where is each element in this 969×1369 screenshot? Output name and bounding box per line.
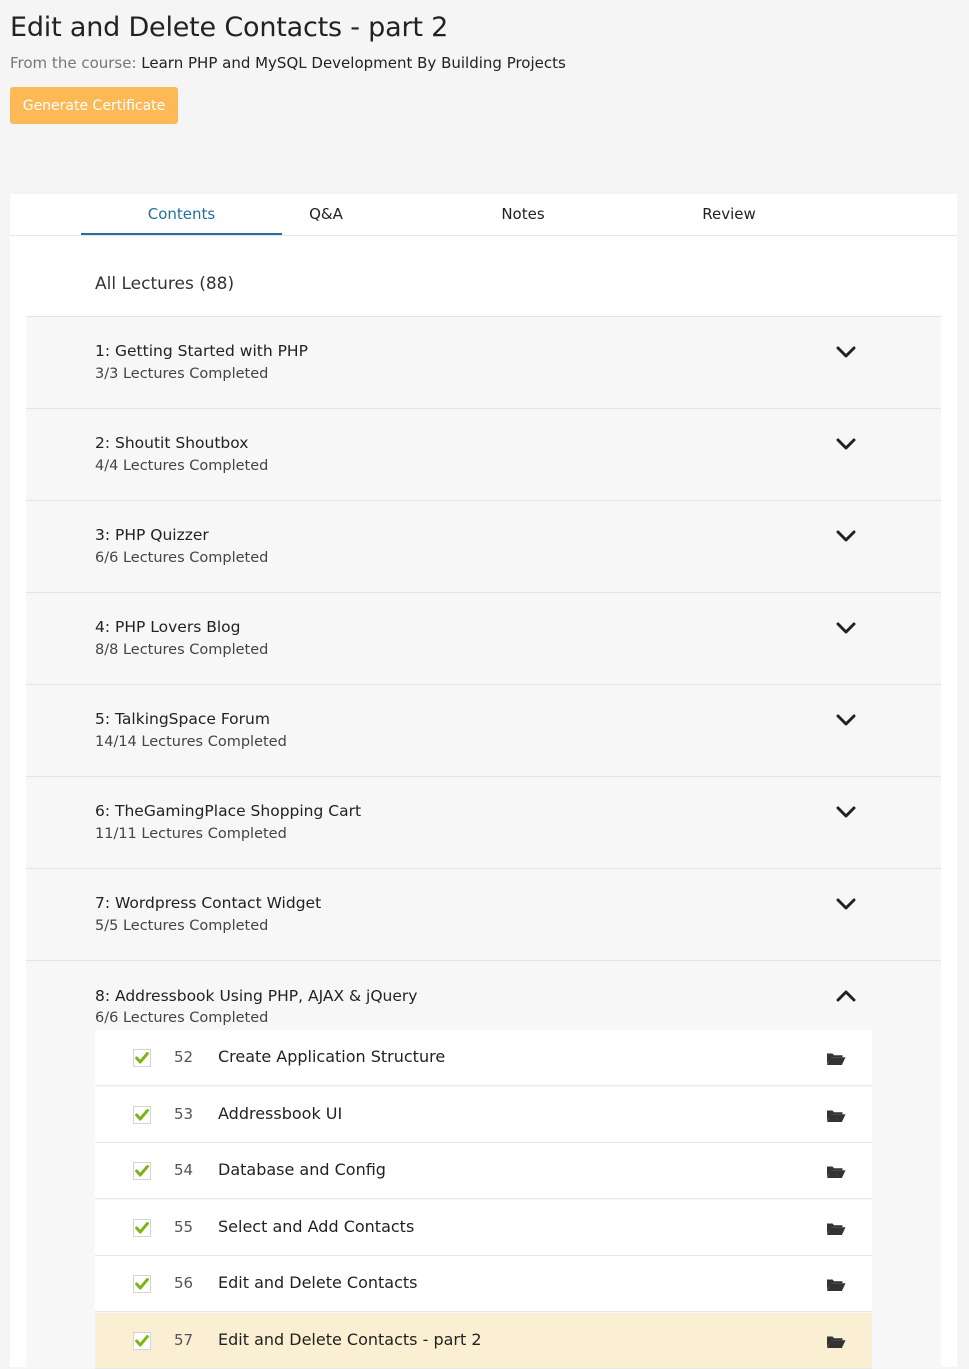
lecture-row[interactable]: 53 Addressbook UI <box>95 1086 872 1143</box>
folder-icon[interactable] <box>826 1221 846 1236</box>
generate-certificate-button[interactable]: Generate Certificate <box>10 87 178 124</box>
section-progress: 14/14 Lectures Completed <box>95 734 287 750</box>
chevron-down-icon[interactable] <box>836 345 856 359</box>
tab-review[interactable]: Review <box>629 194 829 233</box>
chevron-down-icon[interactable] <box>836 437 856 451</box>
lecture-title[interactable]: Addressbook UI <box>218 1104 342 1123</box>
course-info: From the course: Learn PHP and MySQL Dev… <box>10 54 566 72</box>
section-progress: 5/5 Lectures Completed <box>95 918 269 934</box>
section-5[interactable]: 5: TalkingSpace Forum 14/14 Lectures Comp… <box>26 684 941 777</box>
folder-icon[interactable] <box>826 1164 846 1179</box>
checkmark-icon <box>135 1221 149 1234</box>
tab-qa[interactable]: Q&A <box>226 194 426 233</box>
lecture-number: 52 <box>174 1048 194 1066</box>
lecture-number: 53 <box>174 1104 194 1123</box>
section-title: 6: TheGamingPlace Shopping Cart <box>95 802 362 820</box>
section-8[interactable]: 8: Addressbook Using PHP, AJAX & jQuery 6… <box>26 960 941 1369</box>
lecture-row[interactable]: 52 Create Application Structure <box>95 1030 872 1086</box>
section-progress: 8/8 Lectures Completed <box>95 642 269 658</box>
checkmark-icon <box>135 1165 149 1177</box>
section-7[interactable]: 7: Wordpress Contact Widget 5/5 Lectures … <box>26 868 941 961</box>
lecture-row[interactable]: 55 Select and Add Contacts <box>95 1199 872 1256</box>
lecture-number: 55 <box>174 1217 194 1236</box>
section-progress: 11/11 Lectures Completed <box>95 826 287 842</box>
completed-checkbox[interactable] <box>133 1275 151 1294</box>
page-title: Edit and Delete Contacts - part 2 <box>10 12 449 43</box>
section-title: 5: TalkingSpace Forum <box>95 710 270 728</box>
checkmark-icon <box>135 1052 149 1064</box>
from-course-label: From the course: <box>10 54 137 72</box>
completed-checkbox[interactable] <box>133 1332 151 1350</box>
section-2[interactable]: 2: Shoutit Shoutbox 4/4 Lectures Complete… <box>26 408 941 501</box>
section-title: 7: Wordpress Contact Widget <box>95 894 322 912</box>
section-progress: 6/6 Lectures Completed <box>95 550 269 566</box>
all-lectures-heading: All Lectures (88) <box>95 274 235 294</box>
folder-icon[interactable] <box>826 1051 846 1066</box>
chevron-down-icon[interactable] <box>836 621 856 635</box>
section-title: 4: PHP Lovers Blog <box>95 618 241 636</box>
tab-bar: Contents Q&A Notes Review <box>10 194 957 236</box>
section-4[interactable]: 4: PHP Lovers Blog 8/8 Lectures Completed <box>26 592 941 685</box>
folder-icon[interactable] <box>826 1277 846 1292</box>
lecture-title[interactable]: Database and Config <box>218 1160 386 1179</box>
section-progress: 6/6 Lectures Completed <box>95 1010 269 1026</box>
chevron-up-icon[interactable] <box>836 989 856 1003</box>
section-title: 3: PHP Quizzer <box>95 526 209 544</box>
checkmark-icon <box>135 1335 149 1347</box>
course-name[interactable]: Learn PHP and MySQL Development By Build… <box>141 54 566 72</box>
folder-icon[interactable] <box>826 1334 846 1349</box>
checkmark-icon <box>135 1108 149 1121</box>
section-title: 1: Getting Started with PHP <box>95 342 308 360</box>
section-title: 2: Shoutit Shoutbox <box>95 434 249 452</box>
lecture-title[interactable]: Edit and Delete Contacts - part 2 <box>218 1330 482 1349</box>
lecture-row[interactable]: 56 Edit and Delete Contacts <box>95 1256 872 1313</box>
lecture-title[interactable]: Create Application Structure <box>218 1047 445 1066</box>
completed-checkbox[interactable] <box>133 1105 151 1124</box>
lecture-number: 54 <box>174 1161 194 1180</box>
section-6[interactable]: 6: TheGamingPlace Shopping Cart 11/11 Lec… <box>26 776 941 869</box>
tab-notes[interactable]: Notes <box>423 194 623 233</box>
chevron-down-icon[interactable] <box>836 713 856 727</box>
section-title: 8: Addressbook Using PHP, AJAX & jQuery <box>95 987 418 1005</box>
lecture-row[interactable]: 57 Edit and Delete Contacts - part 2 <box>95 1313 872 1369</box>
lecture-number: 56 <box>174 1274 194 1293</box>
lecture-number: 57 <box>174 1331 194 1349</box>
checkmark-icon <box>135 1278 149 1290</box>
lecture-title[interactable]: Edit and Delete Contacts <box>218 1273 418 1292</box>
folder-icon[interactable] <box>826 1108 846 1123</box>
lecture-title[interactable]: Select and Add Contacts <box>218 1217 414 1236</box>
completed-checkbox[interactable] <box>133 1049 151 1067</box>
section-3[interactable]: 3: PHP Quizzer 6/6 Lectures Completed <box>26 500 941 593</box>
lecture-row[interactable]: 54 Database and Config <box>95 1143 872 1200</box>
section-progress: 4/4 Lectures Completed <box>95 458 269 474</box>
section-1[interactable]: 1: Getting Started with PHP 3/3 Lectures … <box>26 316 941 409</box>
chevron-down-icon[interactable] <box>836 805 856 819</box>
chevron-down-icon[interactable] <box>836 529 856 543</box>
course-contents-panel: Contents Q&A Notes Review All Lectures (… <box>10 194 957 1369</box>
section-progress: 3/3 Lectures Completed <box>95 366 269 382</box>
chevron-down-icon[interactable] <box>836 897 856 911</box>
completed-checkbox[interactable] <box>133 1218 151 1237</box>
completed-checkbox[interactable] <box>133 1162 151 1181</box>
